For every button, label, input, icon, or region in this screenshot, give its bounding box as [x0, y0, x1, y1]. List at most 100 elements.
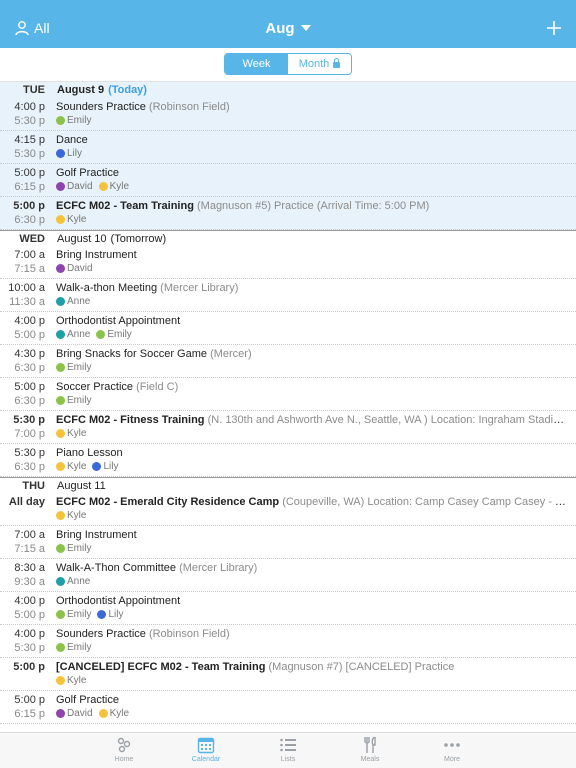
top-bar: All Aug [0, 0, 576, 48]
person-tag: Kyle [56, 428, 86, 439]
person-name: Emily [67, 362, 92, 373]
person-color-dot [56, 577, 65, 586]
event-start-time: 5:00 p [13, 200, 45, 212]
event-start-time: 4:00 p [14, 315, 45, 327]
event-location: (Magnuson #7) [CANCELED] Practice [268, 661, 455, 673]
event-location: (Field C) [136, 381, 179, 393]
tab-home[interactable]: Home [83, 733, 165, 768]
person-tag: Emily [56, 115, 91, 126]
event-row[interactable]: 4:00 p 5:30 p Sounders Practice (Robinson … [0, 625, 576, 658]
tab-meals[interactable]: Meals [329, 733, 411, 768]
event-end-time: 6:30 p [14, 395, 45, 407]
event-row[interactable]: 5:00 p 6:30 p ECFC M02 - Team Training (Ma… [0, 197, 576, 230]
week-view-button[interactable]: Week [225, 54, 288, 74]
add-event-button[interactable] [546, 20, 562, 41]
event-title: Orthodontist Appointment [56, 595, 568, 607]
event-row[interactable]: 4:00 p 5:00 p Orthodontist Appointment Emil… [0, 592, 576, 625]
event-end-time: 7:15 a [14, 263, 45, 275]
tab-lists[interactable]: Lists [247, 733, 329, 768]
event-row[interactable]: All day ECFC M02 - Emerald City Residence… [0, 493, 576, 526]
tab-calendar[interactable]: Calendar [165, 733, 247, 768]
lock-icon [333, 58, 341, 68]
event-row[interactable]: 7:00 a 7:15 a Bring Instrument Emily [0, 526, 576, 559]
person-color-dot [98, 709, 108, 718]
event-end-time: 5:30 p [14, 148, 45, 160]
event-title: Soccer Practice (Field C) [56, 381, 568, 393]
person-tag: Kyle [56, 675, 86, 686]
person-name: David [67, 263, 93, 274]
event-name: Bring Snacks for Soccer Game [56, 348, 208, 360]
event-row[interactable]: 8:30 a 9:30 a Walk-A-Thon Committee (Merce… [0, 559, 576, 592]
month-selector[interactable]: Aug [0, 20, 576, 37]
month-view-button[interactable]: Month [288, 54, 351, 74]
event-people: Emily [56, 115, 97, 126]
event-start-time: 4:15 p [14, 134, 45, 146]
person-tag: Kyle [98, 708, 129, 719]
event-row[interactable]: 4:30 p 6:30 p Bring Snacks for Soccer Game… [0, 345, 576, 378]
event-name: Piano Lesson [56, 447, 123, 459]
event-people: Kyle [56, 428, 92, 439]
event-row[interactable]: 5:00 p 6:15 p Golf Practice David Kyle [0, 164, 576, 197]
event-title: Dance [56, 134, 568, 146]
person-tag: Emily [96, 329, 132, 340]
event-people: Anne Emily [56, 329, 138, 340]
event-people: Kyle Lily [56, 461, 124, 472]
event-title: Sounders Practice (Robinson Field) [56, 628, 568, 640]
event-row[interactable]: 4:00 p 5:30 p Sounders Practice (Robinson … [0, 98, 576, 131]
day-name: THU [22, 479, 45, 492]
person-color-dot [56, 396, 65, 405]
event-name: Sounders Practice [56, 628, 146, 640]
event-name: [CANCELED] ECFC M02 - Team Training [56, 661, 266, 673]
event-people: Emily [56, 543, 97, 554]
event-title: Bring Snacks for Soccer Game (Mercer) [56, 348, 568, 360]
day-header: WED August 10 (Tomorrow) [0, 230, 576, 246]
month-label: Aug [265, 20, 295, 37]
event-row[interactable]: 4:00 p 5:00 p Orthodontist Appointment Anne… [0, 312, 576, 345]
event-people: Emily [56, 395, 97, 406]
person-color-dot [56, 462, 65, 471]
person-name: David [67, 181, 93, 192]
person-name: Emily [67, 543, 92, 554]
event-name: Dance [56, 134, 88, 146]
person-tag: Kyle [56, 510, 86, 521]
event-start-time: 4:00 p [14, 101, 45, 113]
event-row[interactable]: 5:00 p 6:15 p Golf Practice David Kyle [0, 691, 576, 724]
event-end-time: 6:30 p [14, 214, 45, 226]
event-end-time: 5:30 p [14, 115, 45, 127]
event-end-time: 7:15 a [14, 543, 45, 555]
person-color-dot [56, 429, 65, 438]
person-name: Kyle [67, 675, 87, 686]
more-icon [411, 736, 493, 754]
tab-more[interactable]: More [411, 733, 493, 768]
event-start-time: 5:30 p [13, 414, 45, 426]
person-tag: Emily [56, 609, 91, 620]
event-name: Golf Practice [56, 167, 119, 179]
event-name: Bring Instrument [56, 529, 137, 541]
event-row[interactable]: 4:15 p 5:30 p Dance Lily [0, 131, 576, 164]
event-title: ECFC M02 - Fitness Training (N. 130th an… [56, 414, 568, 426]
meals-icon [329, 736, 411, 754]
event-title: [CANCELED] ECFC M02 - Team Training (Mag… [56, 661, 568, 673]
event-location: (Mercer Library) [160, 282, 239, 294]
day-header: THU August 11 [0, 477, 576, 493]
agenda-list[interactable]: TUE August 9 (Today) 4:00 p 5:30 p Sounders P… [0, 82, 576, 732]
event-start-time: 10:00 a [8, 282, 45, 294]
event-name: Walk-a-thon Meeting [56, 282, 158, 294]
tab-label: Home [114, 756, 134, 763]
event-name: ECFC M02 - Team Training [56, 200, 194, 212]
event-location: (Robinson Field) [148, 628, 230, 640]
person-name: Kyle [67, 510, 87, 521]
event-row[interactable]: 5:30 p 7:00 p ECFC M02 - Fitness Training … [0, 411, 576, 444]
event-row[interactable]: 5:00 p [CANCELED] ECFC M02 - Team Trainin… [0, 658, 576, 691]
person-color-dot [56, 643, 65, 652]
event-title: Walk-A-Thon Committee (Mercer Library) [56, 562, 568, 574]
view-toggle-bar: Week Month [0, 48, 576, 82]
event-row[interactable]: 7:00 a 7:15 a Bring Instrument David [0, 246, 576, 279]
event-row[interactable]: 5:30 p 6:30 p Piano Lesson Kyle Lily [0, 444, 576, 477]
event-row[interactable]: 5:00 p 6:30 p Soccer Practice (Field C) Emi… [0, 378, 576, 411]
person-color-dot [96, 330, 106, 339]
event-end-time: 6:15 p [14, 181, 45, 193]
event-row[interactable]: 10:00 a 11:30 a Walk-a-thon Meeting (Merce… [0, 279, 576, 312]
day-header: TUE August 9 (Today) [0, 82, 576, 98]
event-location: (Magnuson #5) Practice (Arrival Time: 5:… [197, 200, 430, 212]
